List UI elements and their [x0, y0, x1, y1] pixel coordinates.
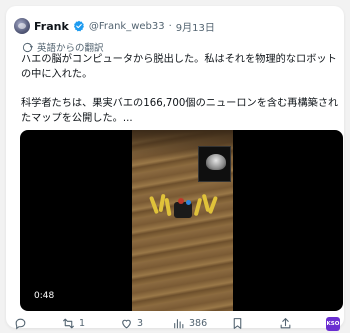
separator-dot: ·	[168, 20, 172, 32]
tweet-paragraph-2: 科学者たちは、果実バエの166,700個のニューロンを含む再構築されたマップを公…	[21, 98, 339, 124]
video-frame	[132, 130, 233, 311]
bookmark-button[interactable]	[231, 317, 244, 330]
views-button[interactable]: 386	[172, 317, 207, 330]
translation-label: 英語からの翻訳	[37, 43, 104, 54]
retweet-count: 1	[79, 318, 86, 329]
retweet-button[interactable]: 1	[62, 317, 85, 330]
fly-brain-inset	[198, 146, 231, 182]
author-name[interactable]: Frank	[34, 20, 69, 33]
retweet-icon	[63, 318, 74, 329]
tweet-header: Frank @Frank_web33 · 9月13日	[14, 16, 215, 36]
video-timestamp: 0:48	[34, 291, 55, 301]
robot-fly	[148, 192, 218, 232]
post-date[interactable]: 9月13日	[176, 19, 215, 34]
like-button[interactable]: 3	[120, 317, 143, 330]
bookmark-icon	[233, 318, 242, 329]
kso-badge[interactable]: KSO	[326, 317, 340, 331]
share-button[interactable]	[279, 317, 292, 330]
views-count: 386	[189, 318, 208, 329]
translation-indicator[interactable]: 英語からの翻訳	[22, 40, 104, 54]
reply-button[interactable]	[14, 317, 31, 330]
tweet-card[interactable]: Frank @Frank_web33 · 9月13日 英語からの翻訳 ハエの脳が…	[6, 6, 344, 331]
tweet-body: ハエの脳がコンピュータから脱出した。私はそれを物理的なロボットの中に入れた。 科…	[21, 53, 343, 126]
translate-icon	[22, 42, 33, 52]
views-icon	[174, 319, 184, 329]
share-icon	[280, 318, 291, 329]
action-bar: 1 3 386 KSO	[6, 317, 344, 333]
heart-icon	[122, 319, 131, 329]
avatar[interactable]	[14, 18, 30, 34]
verified-badge-icon	[73, 20, 84, 32]
like-count: 3	[137, 318, 144, 329]
video-player[interactable]: 0:48	[20, 130, 343, 311]
tweet-paragraph-1: ハエの脳がコンピュータから脱出した。私はそれを物理的なロボットの中に入れた。	[21, 54, 337, 80]
author-handle[interactable]: @Frank_web33	[89, 21, 165, 32]
reply-icon	[15, 318, 26, 330]
